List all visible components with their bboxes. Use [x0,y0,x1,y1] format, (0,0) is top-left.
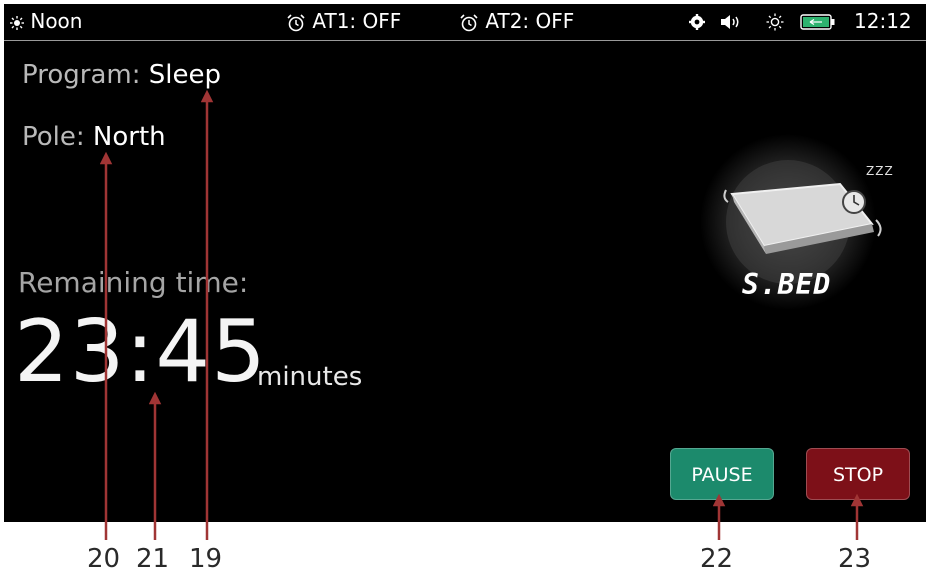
remaining-time-unit: minutes [257,362,363,392]
alarm-2-status[interactable]: AT2: OFF [459,9,574,33]
alarm-2-label: AT2: OFF [485,9,575,33]
remaining-time-value: 23:45 [14,302,267,402]
remaining-time-label: Remaining time: [18,266,249,299]
battery-icon [800,14,835,30]
logo-text: S.BED [742,268,832,301]
pole-value: North [92,122,166,152]
program-value: Sleep [148,60,221,90]
sun-icon [10,15,24,30]
status-bar: Noon AT1: OFF AT2: OFF 12:12 [4,4,926,41]
speaker-icon[interactable] [720,14,742,30]
alarm-1-label: AT1: OFF [312,9,402,33]
settings-gear-icon[interactable] [689,14,705,30]
stop-button[interactable]: STOP [806,448,910,500]
pause-button[interactable]: PAUSE [670,448,774,500]
annotation-number-19: 19 [189,544,223,574]
pole-row: Pole: North [22,122,166,152]
mode-label: Noon [30,9,83,33]
pole-label: Pole: [22,122,85,152]
clock: 12:12 [854,9,912,33]
alarm-1-status[interactable]: AT1: OFF [286,9,401,33]
sbed-logo: ZZZ S.BED [698,128,898,318]
alarm-clock-icon [460,13,478,31]
brightness-icon[interactable] [766,13,784,31]
sleep-letters: ZZZ [866,164,894,178]
program-label: Program: [22,60,141,90]
annotation-number-23: 23 [838,544,872,574]
annotation-number-20: 20 [87,544,121,574]
device-screen: Noon AT1: OFF AT2: OFF 12:12 Program: Sl… [4,4,926,522]
mode-indicator[interactable]: Noon [10,9,82,33]
alarm-clock-icon [287,13,305,31]
annotation-number-22: 22 [700,544,734,574]
annotation-number-21: 21 [136,544,170,574]
program-row: Program: Sleep [22,60,221,90]
